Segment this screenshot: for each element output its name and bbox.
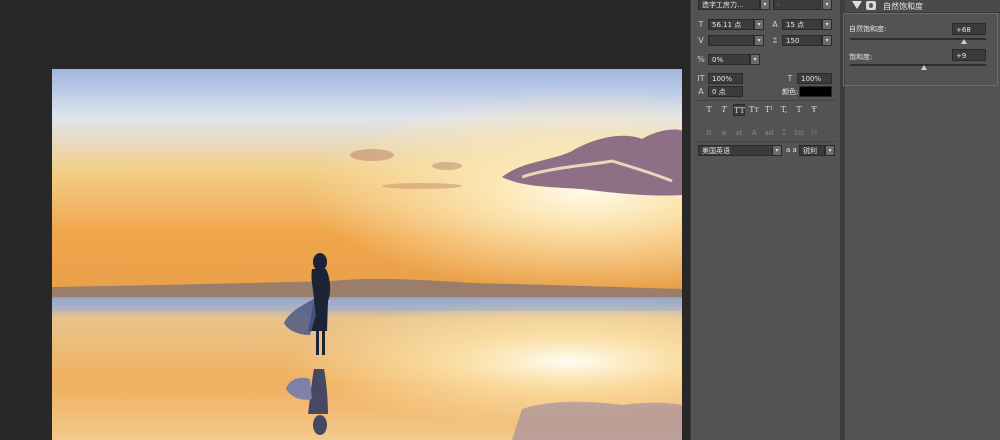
leading-field[interactable]: 15 点 bbox=[782, 19, 822, 30]
color-label: 颜色: bbox=[782, 88, 799, 96]
subscript-button[interactable]: T, bbox=[778, 104, 790, 116]
highlight-annotation-box bbox=[843, 13, 998, 86]
text-color-swatch[interactable] bbox=[799, 86, 832, 97]
ordinals-button[interactable]: 1st bbox=[793, 127, 805, 139]
small-caps-button[interactable]: Tт bbox=[748, 104, 760, 116]
standard-ligatures-button[interactable]: fi bbox=[703, 127, 715, 139]
leading-icon: A bbox=[772, 20, 778, 29]
kerning-dropdown[interactable]: ▾ bbox=[754, 35, 764, 46]
character-panel: 造字工房力... ▾ - ▾ T 56.11 点 ▾ A 15 点 ▾ V ▾ … bbox=[690, 0, 841, 440]
superscript-button[interactable]: T¹ bbox=[763, 104, 775, 116]
font-size-field[interactable]: 56.11 点 bbox=[708, 19, 754, 30]
kerning-field[interactable] bbox=[708, 35, 754, 46]
language-field[interactable]: 美国英语 bbox=[698, 145, 782, 156]
tsume-dropdown[interactable]: ▾ bbox=[750, 54, 760, 65]
document-photo[interactable] bbox=[52, 69, 682, 440]
tracking-field[interactable]: 150 bbox=[782, 35, 822, 46]
underline-button[interactable]: T bbox=[793, 104, 805, 116]
faux-italic-button[interactable]: T bbox=[718, 104, 730, 116]
discretionary-ligatures-button[interactable]: st bbox=[733, 127, 745, 139]
font-size-dropdown[interactable]: ▾ bbox=[754, 19, 764, 30]
tracking-dropdown[interactable]: ▾ bbox=[822, 35, 832, 46]
baseline-shift-icon: A bbox=[698, 87, 704, 96]
horizontal-scale-icon: T bbox=[787, 74, 793, 83]
all-caps-button[interactable]: TT bbox=[733, 104, 745, 116]
titling-alternates-button[interactable]: T bbox=[778, 127, 790, 139]
font-size-icon: T bbox=[698, 20, 704, 29]
language-dropdown[interactable]: ▾ bbox=[772, 145, 782, 156]
layer-mask-icon[interactable] bbox=[866, 1, 876, 10]
sunset-photo-image bbox=[52, 69, 682, 440]
contextual-alternates-button[interactable]: ø bbox=[718, 127, 730, 139]
strikethrough-button[interactable]: Ŧ bbox=[808, 104, 820, 116]
antialias-field[interactable]: 锐利 bbox=[799, 145, 825, 156]
faux-bold-button[interactable]: T bbox=[703, 104, 715, 116]
panel-title: 自然饱和度 bbox=[883, 2, 923, 11]
font-family-dropdown[interactable]: ▾ bbox=[760, 0, 770, 10]
vertical-scale-field[interactable]: 100% bbox=[708, 73, 743, 84]
vertical-scale-icon: IT bbox=[697, 74, 705, 83]
stylistic-alternates-button[interactable]: ad bbox=[763, 127, 775, 139]
font-family-field[interactable]: 造字工房力... bbox=[698, 0, 760, 10]
font-style-dropdown[interactable]: ▾ bbox=[822, 0, 832, 10]
baseline-shift-field[interactable]: 0 点 bbox=[708, 86, 743, 97]
swash-button[interactable]: A bbox=[748, 127, 760, 139]
horizontal-scale-field[interactable]: 100% bbox=[797, 73, 832, 84]
tsume-field[interactable]: 0% bbox=[708, 54, 750, 65]
font-style-field[interactable]: - bbox=[773, 0, 821, 10]
document-canvas-area[interactable] bbox=[0, 0, 690, 440]
fractions-button[interactable]: ½ bbox=[808, 127, 820, 139]
tracking-icon: ⩲ bbox=[772, 36, 778, 45]
kerning-icon: V bbox=[698, 36, 704, 45]
antialias-label: a a bbox=[786, 146, 797, 154]
antialias-dropdown[interactable]: ▾ bbox=[825, 145, 835, 156]
leading-dropdown[interactable]: ▾ bbox=[822, 19, 832, 30]
adjustment-layer-icon bbox=[852, 1, 862, 9]
tsume-icon: % bbox=[697, 55, 705, 64]
